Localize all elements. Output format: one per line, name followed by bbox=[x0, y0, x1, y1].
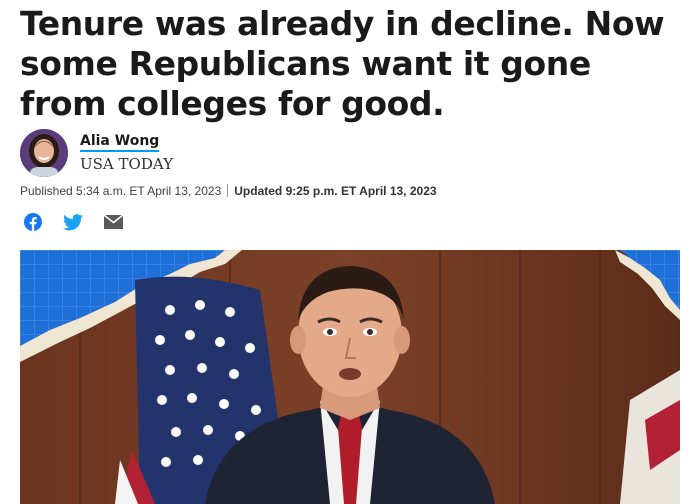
share-twitter-button[interactable] bbox=[62, 212, 84, 232]
dateline-divider bbox=[227, 184, 229, 197]
article: Tenure was already in decline. Now some … bbox=[20, 0, 680, 231]
byline: Alia Wong USA TODAY bbox=[20, 129, 173, 177]
updated-time: Updated 9:25 p.m. ET April 13, 2023 bbox=[234, 184, 437, 198]
share-bar bbox=[22, 212, 142, 232]
author-avatar[interactable] bbox=[20, 129, 68, 177]
share-email-button[interactable] bbox=[102, 212, 124, 232]
facebook-icon bbox=[24, 213, 42, 231]
hero-image[interactable] bbox=[20, 250, 680, 504]
twitter-icon bbox=[63, 213, 83, 230]
author-name-link[interactable]: Alia Wong bbox=[80, 133, 160, 152]
outlet-name: USA TODAY bbox=[80, 155, 173, 173]
published-time: Published 5:34 a.m. ET April 13, 2023 bbox=[20, 184, 222, 198]
byline-text: Alia Wong USA TODAY bbox=[80, 133, 173, 173]
email-icon bbox=[103, 215, 123, 229]
dateline: Published 5:34 a.m. ET April 13, 2023 Upd… bbox=[20, 184, 437, 198]
headline: Tenure was already in decline. Now some … bbox=[20, 4, 665, 123]
share-facebook-button[interactable] bbox=[22, 212, 44, 232]
